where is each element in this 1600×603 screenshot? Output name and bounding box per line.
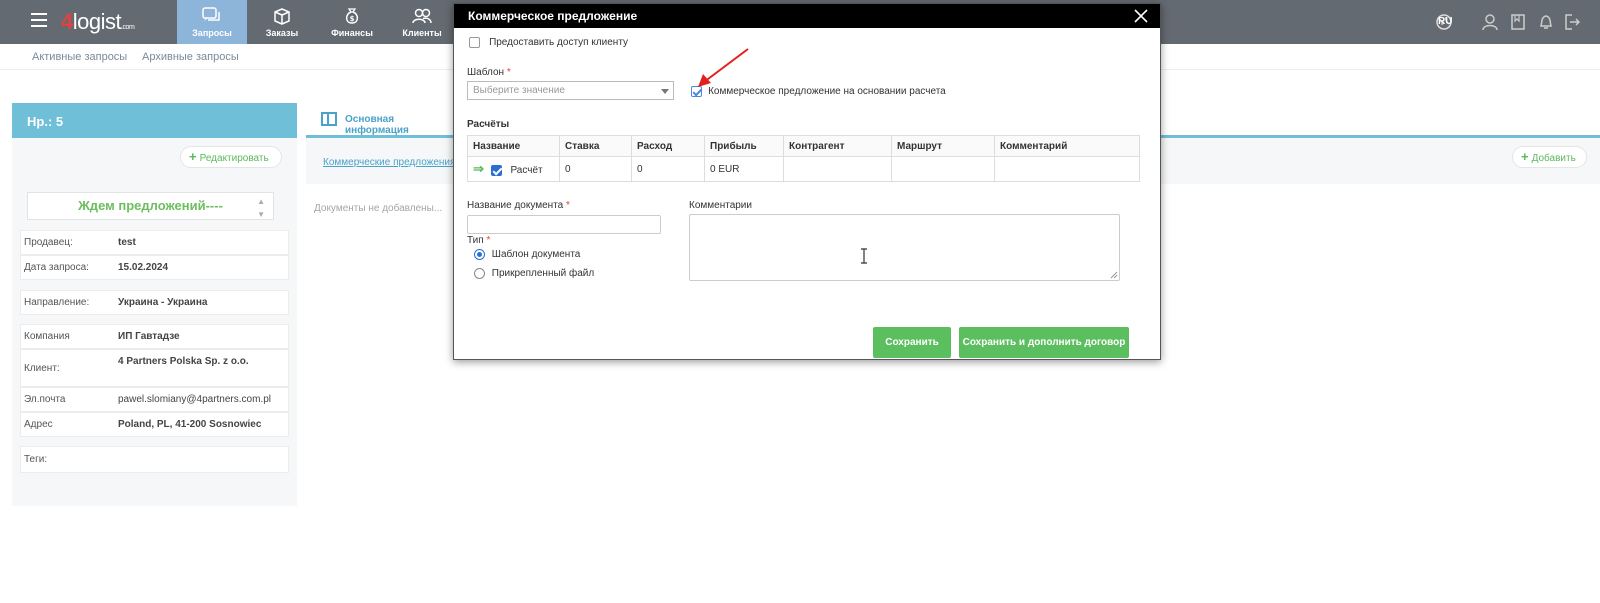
- nav-requests[interactable]: Запросы: [177, 0, 247, 44]
- type-label: Тип *: [467, 235, 491, 246]
- annotation-arrow: [698, 48, 749, 87]
- nav-finance[interactable]: $ Финансы: [317, 0, 387, 44]
- save-and-contract-button[interactable]: Сохранить и дополнить договор: [959, 327, 1129, 358]
- tab-main-info[interactable]: Основная информация: [306, 103, 456, 136]
- money-bag-icon: $: [345, 8, 359, 24]
- nav-orders[interactable]: Заказы: [247, 0, 317, 44]
- info-row-client: Клиент: 4 Partners Polska Sp. z o.o.: [20, 349, 289, 387]
- empty-documents-text: Документы не добавлены...: [314, 203, 443, 214]
- table-header-row: Название Ставка Расход Прибыль Контраген…: [467, 135, 1140, 157]
- status-select[interactable]: Ждем предложений---- ▲ ▼: [27, 192, 274, 220]
- template-label: Шаблон *: [467, 67, 511, 78]
- arrow-right-icon: ⇒: [473, 161, 484, 176]
- radio-template[interactable]: [474, 249, 485, 260]
- users-icon: [412, 8, 432, 24]
- text-cursor-icon: [861, 248, 867, 264]
- add-button[interactable]: + Добавить: [1512, 146, 1587, 168]
- logout-icon[interactable]: [1564, 13, 1580, 31]
- chevron-down-icon: [661, 89, 669, 94]
- menu-icon[interactable]: [31, 13, 47, 27]
- chat-icon: [202, 7, 220, 21]
- info-row-seller: Продавец: test: [20, 230, 289, 255]
- layout-icon: [321, 112, 337, 126]
- commercial-offer-modal: Коммерческое предложение Предоставить до…: [453, 3, 1161, 360]
- plus-icon: +: [189, 149, 197, 164]
- doc-name-input[interactable]: [467, 215, 661, 234]
- row-checkbox[interactable]: [490, 164, 502, 176]
- language-selector[interactable]: RU: [1438, 16, 1452, 27]
- tab-archived-requests[interactable]: Архивные запросы: [142, 51, 239, 63]
- calcs-label: Расчёты: [467, 119, 510, 130]
- template-select[interactable]: Выберите значение: [467, 81, 674, 100]
- client-access-checkbox[interactable]: [469, 36, 480, 48]
- modal-header: Коммерческое предложение: [454, 4, 1160, 28]
- tab-active-requests[interactable]: Активные запросы: [32, 51, 127, 63]
- info-row-email: Эл.почта pawel.slomiany@4partners.com.pl: [20, 387, 289, 412]
- book-icon[interactable]: [1510, 13, 1526, 31]
- save-button[interactable]: Сохранить: [873, 327, 951, 358]
- modal-title: Коммерческое предложение: [468, 9, 638, 23]
- close-icon[interactable]: [1132, 7, 1150, 25]
- resize-handle-icon[interactable]: [1110, 271, 1118, 279]
- info-row-date: Дата запроса: 15.02.2024: [20, 255, 289, 280]
- nav-clients[interactable]: Клиенты: [387, 0, 457, 44]
- calcs-table: Название Ставка Расход Прибыль Контраген…: [467, 135, 1140, 182]
- edit-button[interactable]: + Редактировать: [180, 146, 282, 168]
- comments-label: Комментарии: [689, 200, 752, 211]
- comments-textarea[interactable]: [689, 214, 1120, 281]
- doc-name-label: Название документа *: [467, 200, 570, 211]
- type-option-file[interactable]: Прикрепленный файл: [474, 268, 594, 279]
- info-row-address: Адрес Poland, PL, 41-200 Sosnowiec: [20, 412, 289, 437]
- table-row[interactable]: ⇒ Расчёт 0 0 0 EUR: [467, 156, 1140, 182]
- commercial-offers-link[interactable]: Коммерческие предложения: [323, 157, 455, 168]
- type-option-template[interactable]: Шаблон документа: [474, 249, 580, 260]
- info-row-company: Компания ИП Гавтадзе: [20, 324, 289, 349]
- info-row-tags: Теги:: [20, 446, 289, 473]
- info-row-direction: Направление: Украина - Украина: [20, 290, 289, 315]
- box-icon: [274, 8, 290, 25]
- request-number: Нр.: 5: [12, 103, 297, 138]
- bell-icon[interactable]: [1538, 13, 1554, 31]
- logo[interactable]: 4logist.com: [61, 9, 135, 35]
- user-icon[interactable]: [1482, 13, 1498, 31]
- sort-arrows-icon: ▲ ▼: [257, 197, 265, 219]
- svg-text:$: $: [350, 15, 355, 23]
- client-access-checkbox-row[interactable]: Предоставить доступ клиенту: [469, 36, 628, 48]
- radio-attached-file[interactable]: [474, 268, 485, 279]
- plus-icon: +: [1521, 149, 1529, 164]
